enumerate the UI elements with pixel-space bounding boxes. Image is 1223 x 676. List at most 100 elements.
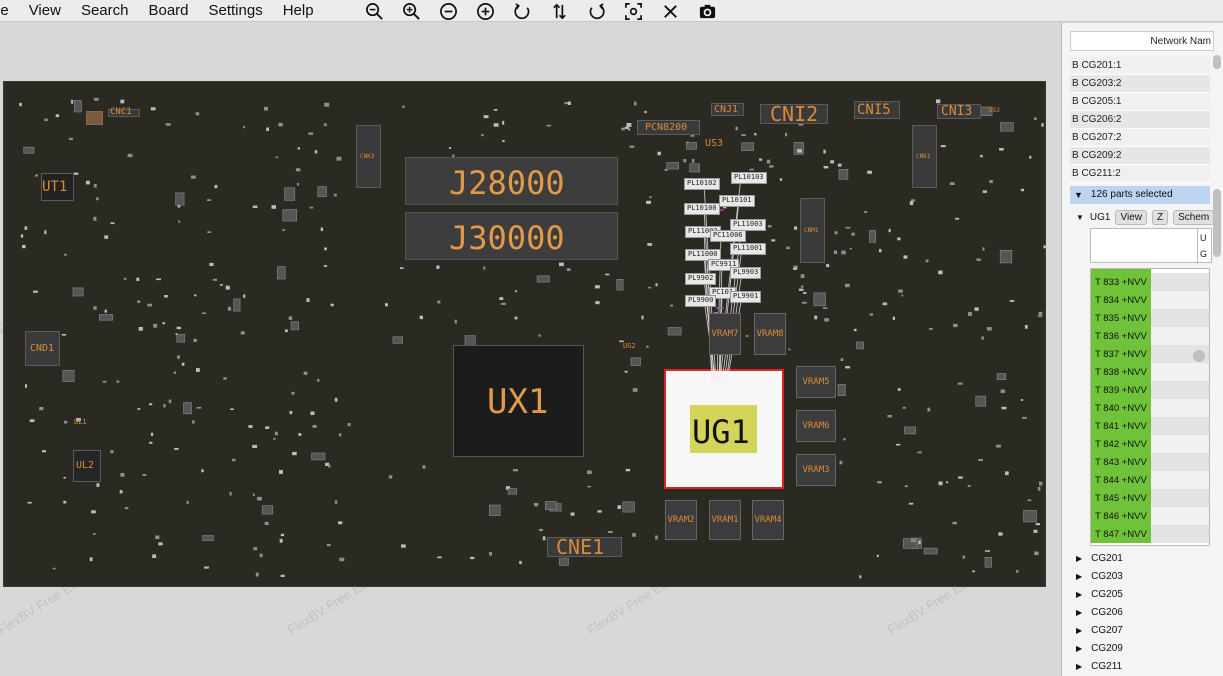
menu-search[interactable]: Search (71, 0, 139, 22)
label-cnc1: CNC1 (110, 107, 132, 117)
net-row[interactable]: B CG201:1 (1070, 57, 1210, 75)
label-ul2: UL2 (76, 460, 95, 471)
pin-row[interactable]: T 845 +NVV (1091, 489, 1209, 507)
tree-item[interactable]: ▶ CG201 (1076, 550, 1216, 568)
column-u: U (1200, 233, 1207, 243)
pin-row[interactable]: T 842 +NVV (1091, 435, 1209, 453)
rotate-right-icon[interactable] (584, 0, 608, 22)
menu-view[interactable]: View (19, 0, 71, 22)
pin-table-header: U G (1090, 228, 1212, 264)
net-row[interactable]: B CG206:2 (1070, 111, 1210, 129)
label-j28000: J28000 (449, 164, 565, 202)
net-row[interactable]: B CG209:2 (1070, 147, 1210, 165)
label-cnd1: CND1 (30, 343, 55, 354)
pin-row[interactable]: T 841 +NVV (1091, 417, 1209, 435)
pin-tag[interactable]: PL9902 (685, 273, 717, 285)
rotate-left-icon[interactable] (510, 0, 534, 22)
part-tree: ▶ CG201 ▶ CG203 ▶ CG205 ▶ CG206 ▶ CG207 ▶ CG20… (1076, 550, 1216, 676)
menu-settings[interactable]: Settings (199, 0, 273, 22)
chip-vram8[interactable]: VRAM8 (754, 313, 786, 355)
pin-scrollbar[interactable] (1193, 350, 1205, 362)
label-cni2: CNI2 (770, 102, 819, 126)
net-row[interactable]: B CG207:2 (1070, 129, 1210, 147)
pin-row[interactable]: T 840 +NVV (1091, 399, 1209, 417)
pcb-board[interactable]: J28000 J30000 UX1 UG1 PL10102 PL10103 PL… (3, 81, 1047, 587)
selection-summary[interactable]: ▼ 126 parts selected (1070, 186, 1210, 204)
chip-vram1[interactable]: VRAM1 (709, 500, 741, 540)
net-list: B CG201:1 B CG203:2 B CG205:1 B CG206:2 … (1070, 57, 1210, 183)
menu-board[interactable]: Board (138, 0, 198, 22)
label-pcn8200: PCN8200 (645, 122, 688, 133)
menu-help[interactable]: Help (273, 0, 324, 22)
chip-vram5[interactable]: VRAM5 (796, 366, 836, 398)
chip-vram3[interactable]: VRAM3 (796, 454, 836, 486)
net-row[interactable]: B CG203:2 (1070, 75, 1210, 93)
pin-row[interactable]: T 843 +NVV (1091, 453, 1209, 471)
label-us3-small: US3 (989, 107, 1000, 114)
chip-small-brown[interactable] (86, 111, 103, 125)
part-row-ug1[interactable]: ▼ UG1 View Z Schem (1076, 209, 1223, 225)
zoom-plus-icon[interactable] (473, 0, 497, 22)
schematic-button[interactable]: Schem (1173, 209, 1215, 225)
network-name-header[interactable]: Network Nam (1070, 31, 1214, 51)
pin-tag[interactable]: PL10102 (684, 178, 720, 190)
pin-row[interactable]: T 839 +NVV (1091, 381, 1209, 399)
pin-tag[interactable]: PL11001 (730, 243, 766, 255)
flip-icon[interactable] (547, 0, 571, 22)
net-row[interactable]: B CG211:2 (1070, 165, 1210, 183)
tree-item[interactable]: ▶ CG203 (1076, 568, 1216, 586)
pin-row[interactable]: T 834 +NVV (1091, 291, 1209, 309)
pin-row[interactable]: T 838 +NVV (1091, 363, 1209, 381)
zoom-in-icon[interactable] (399, 0, 423, 22)
pin-row[interactable]: T 833 +NVV (1091, 273, 1209, 291)
label-cnk1: CNK1 (916, 153, 931, 160)
camera-icon[interactable] (695, 0, 719, 22)
zoom-out-icon[interactable] (362, 0, 386, 22)
pin-row[interactable]: T 836 +NVV (1091, 327, 1209, 345)
chip-vram4[interactable]: VRAM4 (752, 500, 784, 540)
fit-icon[interactable] (621, 0, 645, 22)
view-button[interactable]: View (1115, 209, 1147, 225)
chip-vram2[interactable]: VRAM2 (665, 500, 697, 540)
pin-tag[interactable]: PL9901 (730, 291, 762, 303)
chip-vram6[interactable]: VRAM6 (796, 410, 836, 442)
label-ul1: UL1 (74, 418, 87, 426)
tree-item[interactable]: ▶ CG205 (1076, 586, 1216, 604)
pin-row[interactable]: T 844 +NVV (1091, 471, 1209, 489)
tree-item[interactable]: ▶ CG206 (1076, 604, 1216, 622)
pin-tag[interactable]: PL9903 (730, 267, 762, 279)
expand-triangle-icon[interactable]: ▼ (1076, 213, 1084, 222)
board-canvas[interactable]: FlexBV Free Edition FlexBV Free Edition … (0, 23, 1060, 676)
close-icon[interactable] (658, 0, 682, 22)
selection-count: 126 parts selected (1090, 189, 1173, 200)
toolbar (362, 0, 732, 22)
pin-row[interactable]: T 846 +NVV (1091, 507, 1209, 525)
pin-tag[interactable]: PL9900 (685, 295, 717, 307)
label-us3: US3 (705, 138, 724, 149)
pin-tag[interactable]: PL10100 (684, 203, 720, 215)
pin-tag[interactable]: PL10103 (731, 172, 767, 184)
menu-file[interactable]: le (0, 0, 19, 22)
net-scrollbar[interactable] (1213, 55, 1221, 69)
label-cne1: CNE1 (556, 535, 605, 559)
tree-item[interactable]: ▶ CG207 (1076, 622, 1216, 640)
pin-row[interactable]: T 847 +NVV (1091, 525, 1209, 543)
zoom-minus-icon[interactable] (436, 0, 460, 22)
expand-triangle-icon[interactable]: ▼ (1074, 186, 1083, 204)
pin-row[interactable]: T 835 +NVV (1091, 309, 1209, 327)
tree-item[interactable]: ▶ CG211 (1076, 658, 1216, 676)
pin-tag[interactable]: PL11003 (730, 219, 766, 231)
z-button[interactable]: Z (1151, 209, 1169, 225)
pin-row[interactable]: T 837 +NVV (1091, 345, 1209, 363)
tree-item[interactable]: ▶ CG209 (1076, 640, 1216, 658)
label-ug2: UG2 (623, 342, 636, 350)
pin-tag[interactable]: PC11006 (710, 230, 746, 242)
chip-vram7[interactable]: VRAM7 (709, 313, 741, 355)
label-cnj1: CNJ1 (714, 104, 739, 115)
label-cni3: CNI3 (941, 104, 973, 119)
column-g: G (1200, 249, 1208, 259)
pin-tag[interactable]: PL10101 (719, 195, 755, 207)
net-row[interactable]: B CG205:1 (1070, 93, 1210, 111)
label-cnk3: CNK3 (360, 153, 375, 160)
flexbv-window: le View Search Board Settings Help FlexB… (0, 0, 1223, 676)
